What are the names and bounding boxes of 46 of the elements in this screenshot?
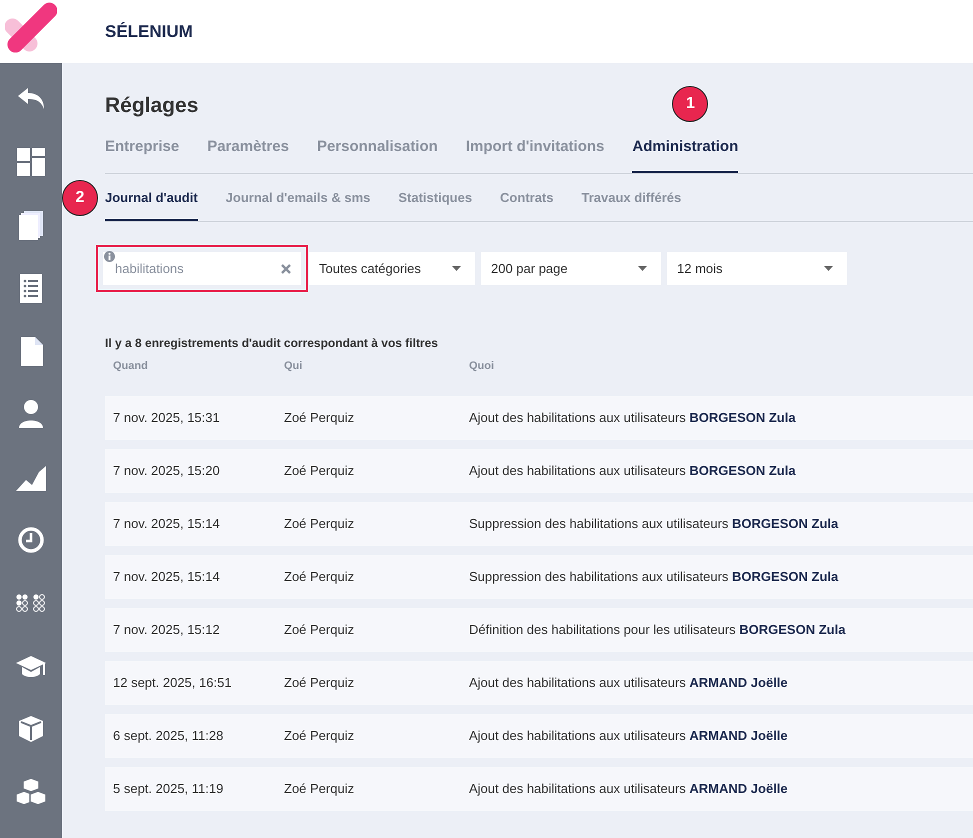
filter-dropdown[interactable]: 12 mois [667, 252, 847, 286]
table-cell-text: Zoé Perquiz [284, 674, 356, 692]
table-cell-text: Ajout des habilitations aux utilisateurs ARMAND Joëlle [469, 674, 788, 692]
table-cell-text: Zoé Perquiz [284, 726, 356, 745]
sub-tab[interactable]: Contrats [500, 188, 554, 222]
step-marker: 2 [62, 180, 98, 216]
table-cell-text: Suppression des habilitations aux utilisateurs BORGESON Zula [469, 514, 838, 533]
table-cell-text: 12 sept. 2025, 16:51 [112, 674, 233, 692]
sub-tab[interactable]: Journal d'audit [105, 188, 198, 222]
column-header: Qui [284, 359, 304, 374]
column-header: Quand [112, 359, 149, 374]
table-cell-text: Zoé Perquiz [284, 462, 356, 480]
settings-tab[interactable]: Import d'invitations [466, 136, 604, 173]
search-field[interactable]: habilitations [103, 252, 301, 286]
table-cell-text: Zoé Perquiz [284, 568, 356, 586]
step-marker: 1 [672, 86, 708, 122]
table-cell-text: Zoé Perquiz [284, 408, 356, 427]
settings-tab[interactable]: Entreprise [105, 136, 180, 173]
settings-tab[interactable]: Administration [632, 136, 738, 173]
app-title: SÉLENIUM [105, 20, 193, 43]
table-cell-text: Ajout des habilitations aux utilisateurs ARMAND Joëlle [469, 726, 788, 745]
page-title: Réglages [105, 93, 198, 118]
settings-tab[interactable]: Personnalisation [316, 136, 438, 173]
table-cell-text: 7 nov. 2025, 15:31 [112, 408, 221, 427]
table-cell-text: 5 sept. 2025, 11:19 [112, 780, 224, 798]
column-header: Quoi [469, 359, 494, 374]
filter-dropdown[interactable]: Toutes catégories [309, 252, 475, 286]
table-cell-text: Définition des habilitations pour les utilisateurs BORGESON Zula [469, 620, 846, 639]
table-cell-text: 6 sept. 2025, 11:28 [112, 726, 224, 745]
filter-dropdown[interactable]: 200 par page [481, 252, 661, 286]
table-cell-text: Ajout des habilitations aux utilisateurs ARMAND Joëlle [469, 780, 788, 798]
table-cell-text: Ajout des habilitations aux utilisateurs BORGESON Zula [469, 462, 796, 480]
sub-tab[interactable]: Journal d'emails & sms [226, 188, 370, 222]
table-cell-text: 7 nov. 2025, 15:12 [112, 620, 221, 639]
results-summary: Il y a 8 enregistrements d'audit correspondant à vos filtres [105, 335, 439, 352]
table-cell-text: Zoé Perquiz [284, 620, 356, 639]
table-cell-text: Zoé Perquiz [284, 780, 356, 798]
table-cell-text: 7 nov. 2025, 15:20 [112, 462, 221, 480]
sub-tab[interactable]: Travaux différés [582, 188, 682, 222]
table-cell-text: 7 nov. 2025, 15:14 [112, 568, 221, 586]
table-cell-text: Ajout des habilitations aux utilisateurs BORGESON Zula [469, 408, 796, 427]
settings-tab[interactable]: Paramètres [207, 136, 289, 173]
sub-tab[interactable]: Statistiques [398, 188, 472, 222]
table-cell-text: Suppression des habilitations aux utilisateurs BORGESON Zula [469, 568, 838, 586]
table-cell-text: 7 nov. 2025, 15:14 [112, 514, 221, 533]
table-cell-text: Zoé Perquiz [284, 514, 356, 533]
